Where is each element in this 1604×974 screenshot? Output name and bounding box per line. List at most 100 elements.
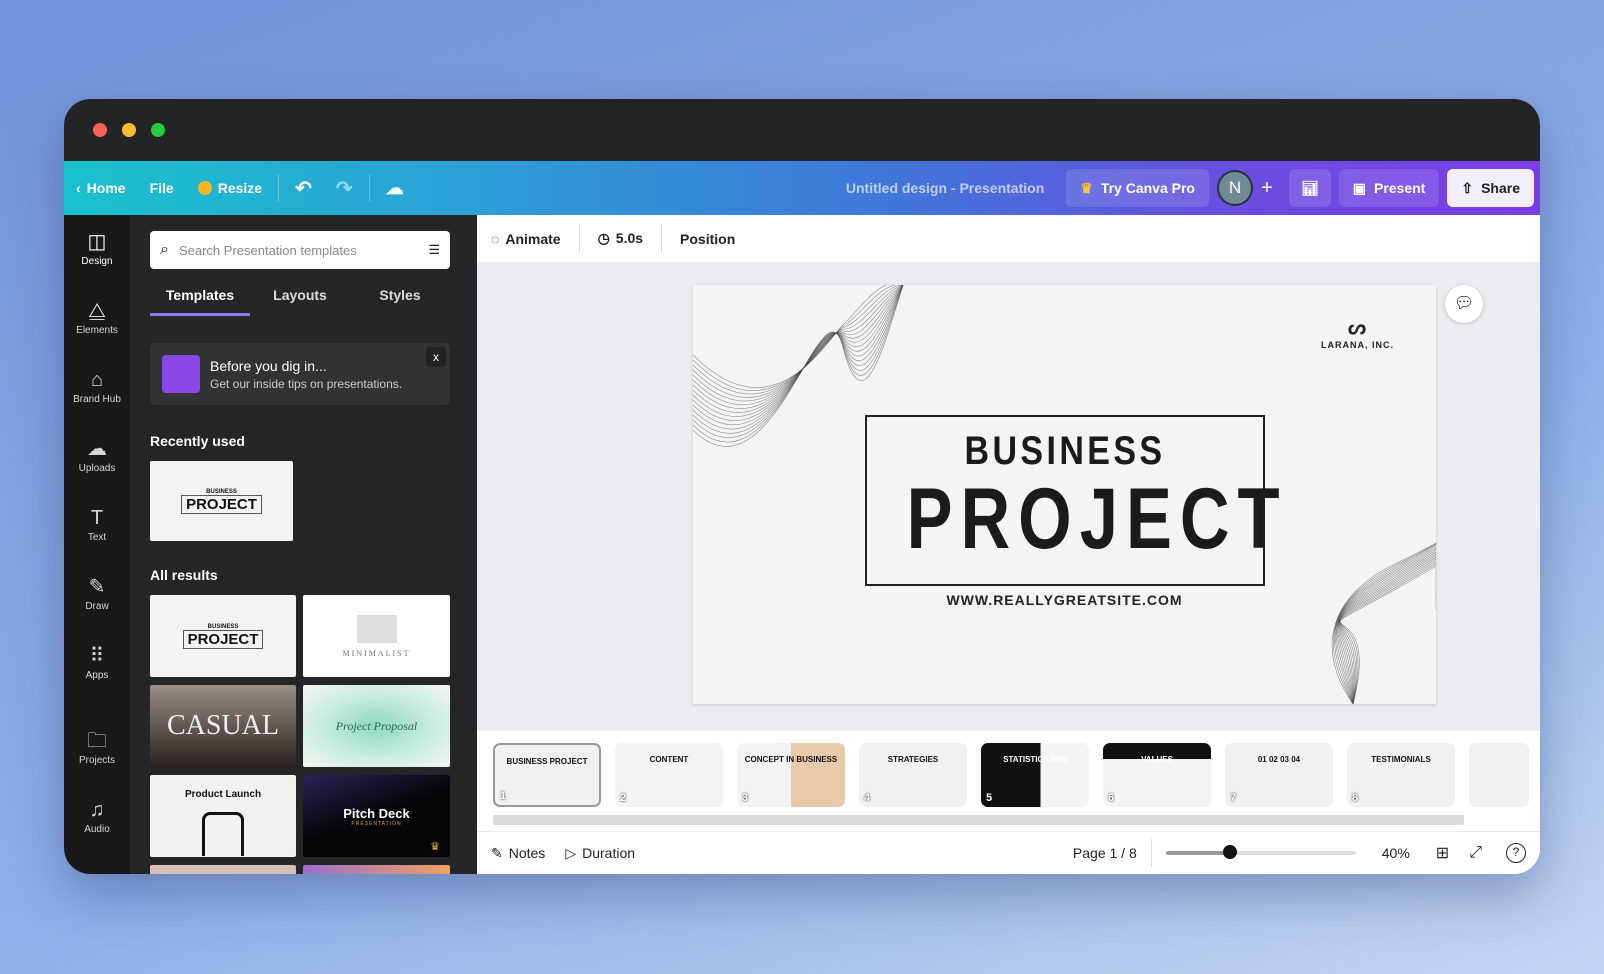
company-logo: ᔕ LARANA, INC. (1321, 317, 1394, 350)
animate-button[interactable]: ◌ Animate (491, 231, 561, 247)
tips-banner[interactable]: Before you dig in... Get our inside tips … (150, 343, 450, 405)
sidebar-label: Elements (76, 325, 118, 336)
template-thumbnail[interactable]: Product Launch (150, 775, 296, 857)
close-window-button[interactable] (93, 123, 107, 137)
thumb-label: TESTIMONIALS (1371, 755, 1431, 764)
page-thumbnail[interactable]: 01 02 03 04 7 (1225, 743, 1333, 807)
sidebar-item-elements[interactable]: ⧋ Elements (64, 284, 130, 353)
page-number: 2 (620, 792, 627, 804)
template-thumbnail[interactable]: Pitch Deck PRESENTATION ♛ (303, 775, 450, 857)
cloud-save-icon[interactable]: ☁ (374, 170, 416, 206)
page-thumbnail[interactable]: CONTENT 2 (615, 743, 723, 807)
page-thumbnail[interactable]: STRATEGIES 4 (859, 743, 967, 807)
editor-area: ◌ Animate ◷ 5.0s Position ᔕ LARANA, INC. BU… (477, 215, 1540, 874)
grid-view-icon[interactable]: ⊞ (1436, 843, 1449, 863)
template-thumbnail[interactable]: BUSINESS PROJECT (150, 595, 296, 677)
template-thumbnail[interactable] (303, 865, 450, 874)
duration-value: 5.0s (615, 230, 644, 246)
thumb-label: BUSINESS PROJECT (506, 757, 588, 766)
template-thumbnail[interactable] (150, 865, 296, 874)
file-menu[interactable]: File (138, 170, 186, 206)
divider (661, 224, 663, 253)
position-button[interactable]: Position (680, 231, 735, 247)
divider (578, 224, 580, 253)
page-thumbnail[interactable]: VALUES 6 (1103, 743, 1211, 807)
slide-canvas[interactable]: ᔕ LARANA, INC. BUSINESS PROJECT WWW.REALL… (693, 285, 1436, 704)
template-thumbnail[interactable]: MINIMALIST (303, 595, 450, 677)
canvas-toolbar: ◌ Animate ◷ 5.0s Position (477, 215, 1540, 262)
logo-text: LARANA, INC. (1321, 340, 1394, 350)
page-thumbnail[interactable]: TESTIMONIALS 8 (1347, 743, 1455, 807)
title-box[interactable]: BUSINESS PROJECT (865, 415, 1288, 586)
sidebar-item-text[interactable]: T Text (64, 491, 130, 560)
thumb-title: PROJECT (182, 629, 264, 649)
duration-button[interactable]: ◷ 5.0s (598, 230, 643, 247)
horizontal-scrollbar[interactable] (493, 815, 1464, 825)
window-titlebar (64, 99, 1540, 161)
add-comment-button[interactable]: 💬︎ (1445, 285, 1483, 323)
try-pro-label: Try Canva Pro (1100, 180, 1195, 196)
page-thumbnail[interactable]: STATISTICS 80% 5 (981, 743, 1089, 807)
sidebar-item-uploads[interactable]: ☁ Uploads (64, 422, 130, 491)
sidebar-item-audio[interactable]: ♫ Audio (64, 783, 130, 852)
panel-tabs: Templates Layouts Styles (150, 281, 450, 316)
template-thumbnail[interactable]: CASUAL (150, 685, 296, 767)
zoom-value[interactable]: 40% (1382, 845, 1410, 861)
redo-button[interactable]: ↷ (324, 170, 365, 206)
zoom-slider[interactable] (1165, 845, 1356, 859)
sidebar-item-projects[interactable]: 🗀 Projects (64, 714, 130, 783)
sidebar-item-apps[interactable]: ⠿ Apps (64, 629, 130, 698)
page-thumbnail[interactable]: BUSINESS PROJECT 1 (493, 743, 601, 807)
present-icon: ▣ (1352, 179, 1366, 196)
notes-button[interactable]: ✎ Notes (491, 845, 545, 862)
thumb-title: Pitch Deck (343, 805, 410, 821)
template-thumbnail[interactable]: BUSINESS PROJECT (150, 461, 293, 541)
maximize-window-button[interactable] (151, 123, 165, 137)
tab-layouts[interactable]: Layouts (250, 281, 350, 316)
templates-panel: ⌕ Search Presentation templates ☰ Template… (130, 215, 477, 874)
page-thumbnail[interactable]: CONCEPT IN BUSINESS 3 (737, 743, 845, 807)
filter-icon[interactable]: ☰ (428, 242, 440, 258)
avatar[interactable]: N (1216, 170, 1253, 206)
bar-chart-icon: 📊︎ (1300, 179, 1319, 196)
notes-label: Notes (508, 844, 546, 861)
page-thumbnail[interactable] (1469, 743, 1529, 807)
design-title[interactable]: Untitled design - Presentation (846, 180, 1044, 196)
sidebar-label: Projects (78, 755, 116, 766)
duration-toggle-button[interactable]: ▷ Duration (565, 845, 635, 862)
sidebar-item-brand-hub[interactable]: ⌂ Brand Hub (64, 353, 130, 422)
tab-templates[interactable]: Templates (150, 281, 250, 316)
slide-title: PROJECT (906, 471, 1288, 567)
sidebar-item-draw[interactable]: ✎ Draw (64, 560, 130, 629)
clock-icon: ◷ (597, 230, 610, 246)
slide-url: WWW.REALLYGREATSITE.COM (946, 592, 1183, 608)
thumb-label: 01 02 03 04 (1257, 755, 1301, 764)
page-indicator[interactable]: Page 1 / 8 (1073, 845, 1137, 861)
insights-button[interactable]: 📊︎ (1288, 169, 1331, 207)
sidebar-label: Design (81, 256, 113, 267)
home-button[interactable]: ‹ Home (64, 170, 138, 206)
minimize-window-button[interactable] (122, 123, 136, 137)
zoom-slider-fill (1165, 851, 1231, 855)
template-thumbnail[interactable]: Project Proposal (303, 685, 450, 767)
add-collaborator-button[interactable]: + (1253, 170, 1281, 206)
page-number: 1 (500, 790, 507, 802)
close-tip-button[interactable]: x (426, 347, 446, 367)
folder-icon: 🗀 (87, 730, 107, 752)
resize-label: Resize (217, 180, 263, 196)
sidebar-label: Draw (85, 601, 109, 612)
share-button[interactable]: ⇧ Share (1447, 169, 1534, 207)
fullscreen-icon[interactable]: ⤢ (1469, 844, 1482, 862)
present-button[interactable]: ▣ Present (1338, 169, 1440, 207)
help-icon[interactable]: ? (1506, 843, 1526, 863)
text-icon: T (90, 507, 104, 529)
sidebar-item-design[interactable]: ◫ Design (64, 215, 130, 284)
resize-button[interactable]: Resize (186, 170, 274, 206)
zoom-slider-handle[interactable] (1223, 845, 1238, 859)
thumb-title: Project Proposal (335, 718, 418, 733)
undo-button[interactable]: ↶ (283, 170, 324, 206)
try-canva-pro-button[interactable]: ♛ Try Canva Pro (1066, 169, 1209, 207)
share-label: Share (1481, 180, 1520, 196)
search-input[interactable]: ⌕ Search Presentation templates ☰ (150, 231, 450, 269)
tab-styles[interactable]: Styles (350, 281, 450, 316)
